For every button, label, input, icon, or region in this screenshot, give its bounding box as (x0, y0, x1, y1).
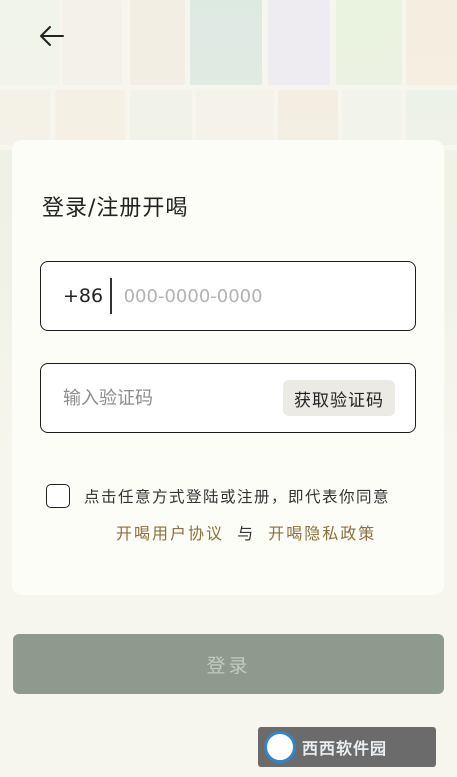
country-code[interactable]: +86 (63, 285, 103, 307)
login-card: 登录/注册开喝 +86 获取验证码 点击任意方式登陆或注册，即代表你同意 开喝用… (12, 140, 444, 595)
phone-field[interactable]: +86 (40, 261, 416, 331)
field-divider (110, 278, 112, 314)
watermark-text: 西西软件园 (302, 739, 388, 758)
agreement-checkbox[interactable] (46, 484, 70, 508)
user-agreement-link[interactable]: 开喝用户协议 (116, 524, 224, 543)
agreement-text: 点击任意方式登陆或注册，即代表你同意 (84, 488, 391, 506)
privacy-policy-link[interactable]: 开喝隐私政策 (268, 524, 376, 543)
agreement-conjunction: 与 (237, 524, 256, 543)
watermark-logo-icon (264, 731, 296, 763)
watermark: 西西软件园 (258, 727, 436, 767)
verification-code-field[interactable]: 获取验证码 (40, 363, 416, 433)
agreement-links: 开喝用户协议 与 开喝隐私政策 (116, 520, 376, 544)
back-button[interactable] (32, 18, 72, 54)
arrow-left-icon (40, 26, 64, 46)
page-title: 登录/注册开喝 (42, 196, 189, 221)
get-code-button[interactable]: 获取验证码 (283, 380, 395, 416)
phone-input[interactable] (121, 284, 366, 308)
verification-code-input[interactable] (61, 386, 255, 410)
login-button[interactable]: 登录 (13, 634, 444, 694)
